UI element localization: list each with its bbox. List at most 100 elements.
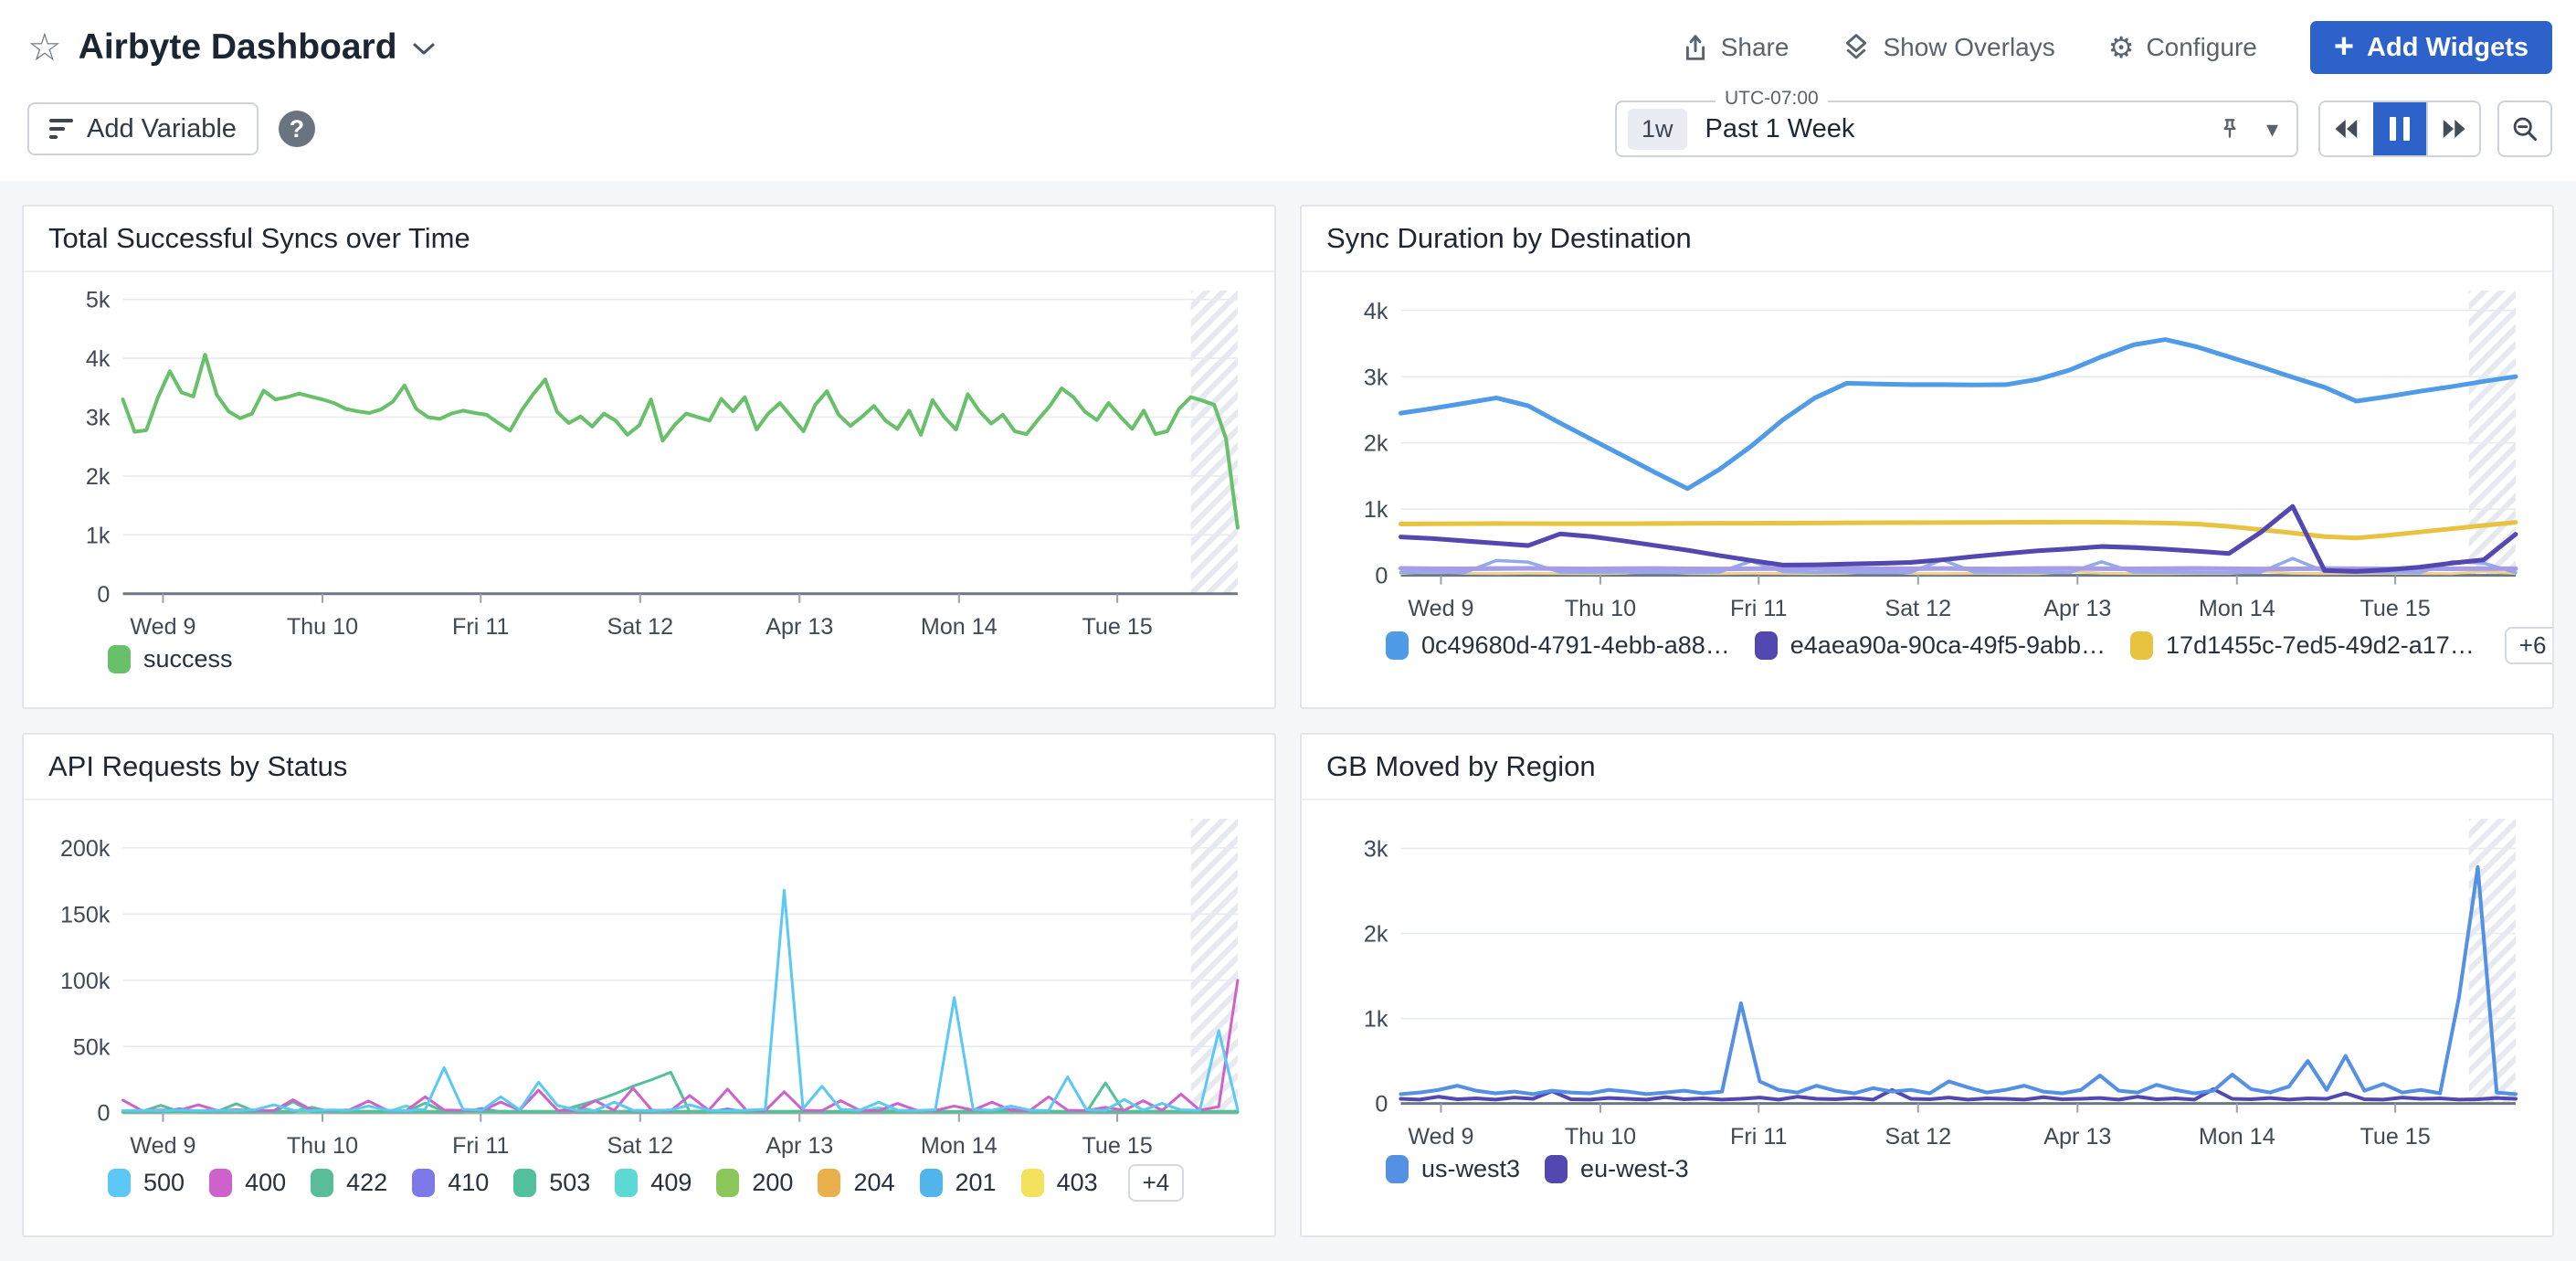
legend-item[interactable]: eu-west-3 — [1545, 1155, 1689, 1183]
legend-label: 409 — [650, 1169, 692, 1197]
time-range-selector[interactable]: UTC-07:00 1w Past 1 Week ▾ — [1615, 101, 2298, 157]
widget-title: GB Moved by Region — [1302, 735, 2552, 800]
widget-gb-moved: GB Moved by Region 01k2k3kWed 9Thu 10Fri… — [1300, 733, 2554, 1237]
legend-label: success — [143, 645, 233, 673]
legend-item[interactable]: 200 — [716, 1169, 793, 1197]
svg-text:Fri 11: Fri 11 — [452, 614, 509, 640]
line-chart: 01k2k3kWed 9Thu 10Fri 11Sat 12Apr 13Mon … — [1316, 819, 2528, 1153]
svg-text:1k: 1k — [86, 523, 111, 548]
svg-text:Sat 12: Sat 12 — [607, 614, 673, 640]
legend-item[interactable]: 204 — [818, 1169, 894, 1197]
widget-title: Sync Duration by Destination — [1302, 207, 2552, 272]
svg-text:Apr 13: Apr 13 — [765, 614, 833, 640]
legend-label: 204 — [853, 1169, 894, 1197]
title-row: ☆ Airbyte Dashboard Share Show Overlays … — [27, 18, 2552, 77]
legend-item[interactable]: 422 — [311, 1169, 387, 1197]
legend-item[interactable]: 410 — [412, 1169, 489, 1197]
legend-item[interactable]: 409 — [615, 1169, 692, 1197]
time-dropdown-caret-icon[interactable]: ▾ — [2266, 115, 2278, 143]
svg-text:1k: 1k — [1364, 497, 1388, 523]
svg-text:Wed 9: Wed 9 — [1408, 596, 1473, 621]
legend-overflow-badge[interactable]: +6 — [2505, 627, 2554, 664]
favorite-star-icon[interactable]: ☆ — [27, 28, 62, 67]
legend-swatch — [920, 1169, 943, 1197]
timeline-playback-group — [2318, 101, 2481, 157]
fast-forward-button[interactable] — [2426, 102, 2479, 155]
legend-item[interactable]: 503 — [513, 1169, 590, 1197]
legend-label: 17d1455c-7ed5-49d2-a17… — [2166, 631, 2475, 660]
legend-label: e4aea90a-90ca-49f5-9abb… — [1790, 631, 2106, 660]
svg-text:0: 0 — [97, 1101, 110, 1127]
legend-label: 0c49680d-4791-4ebb-a88… — [1421, 631, 1730, 660]
show-overlays-label: Show Overlays — [1883, 33, 2054, 62]
legend-label: 422 — [346, 1169, 387, 1197]
svg-text:Thu 10: Thu 10 — [1565, 1124, 1636, 1150]
time-range-chip[interactable]: 1w — [1628, 109, 1687, 150]
legend-item[interactable]: 403 — [1021, 1169, 1098, 1197]
svg-text:200k: 200k — [60, 836, 111, 862]
zoom-out-button[interactable] — [2497, 101, 2552, 157]
legend-swatch — [1386, 631, 1409, 660]
svg-text:Fri 11: Fri 11 — [1730, 596, 1787, 621]
configure-button[interactable]: ⚙ Configure — [2108, 33, 2257, 62]
configure-label: Configure — [2146, 33, 2256, 62]
chart-canvas-requests[interactable]: 050k100k150k200kWed 9Thu 10Fri 11Sat 12A… — [24, 800, 1274, 1162]
pause-button[interactable] — [2373, 102, 2426, 155]
help-icon[interactable]: ? — [279, 111, 315, 147]
legend-label: 403 — [1057, 1169, 1098, 1197]
legend-swatch — [412, 1169, 435, 1197]
legend-overflow-badge[interactable]: +4 — [1128, 1164, 1185, 1202]
svg-text:Mon 14: Mon 14 — [921, 614, 998, 640]
legend-swatch — [2130, 631, 2153, 660]
legend-item[interactable]: 500 — [108, 1169, 185, 1197]
legend-swatch — [1021, 1169, 1044, 1197]
pin-icon[interactable] — [2217, 116, 2243, 142]
legend-item[interactable]: success — [108, 645, 233, 673]
fast-forward-icon — [2440, 117, 2467, 141]
legend-item[interactable]: 201 — [920, 1169, 997, 1197]
add-variable-label: Add Variable — [87, 114, 237, 144]
legend-label: 201 — [955, 1169, 997, 1197]
legend-item[interactable]: us-west3 — [1386, 1155, 1520, 1183]
svg-text:Fri 11: Fri 11 — [1730, 1124, 1787, 1150]
svg-text:Tue 15: Tue 15 — [1082, 614, 1152, 640]
svg-text:Apr 13: Apr 13 — [2043, 1124, 2111, 1150]
legend-swatch — [615, 1169, 638, 1197]
pause-icon — [2390, 117, 2410, 141]
svg-text:2k: 2k — [1364, 431, 1388, 457]
add-widgets-button[interactable]: + Add Widgets — [2310, 21, 2552, 74]
widget-title: Total Successful Syncs over Time — [24, 207, 1274, 272]
svg-text:50k: 50k — [73, 1034, 111, 1060]
legend-swatch — [716, 1169, 739, 1197]
share-button[interactable]: Share — [1682, 33, 1789, 62]
svg-text:4k: 4k — [86, 346, 111, 372]
svg-text:Thu 10: Thu 10 — [287, 614, 358, 640]
svg-text:Tue 15: Tue 15 — [1082, 1133, 1152, 1159]
show-overlays-button[interactable]: Show Overlays — [1842, 32, 2054, 63]
svg-text:Wed 9: Wed 9 — [130, 1133, 195, 1159]
svg-text:1k: 1k — [1364, 1007, 1388, 1033]
legend-item[interactable]: 17d1455c-7ed5-49d2-a17… — [2130, 631, 2475, 660]
chart-canvas-duration[interactable]: 01k2k3k4kWed 9Thu 10Fri 11Sat 12Apr 13Mo… — [1302, 272, 2552, 625]
share-icon — [1682, 33, 1709, 62]
title-chevron-down-icon[interactable] — [412, 42, 436, 61]
chart-canvas-gb-moved[interactable]: 01k2k3kWed 9Thu 10Fri 11Sat 12Apr 13Mon … — [1302, 800, 2552, 1153]
line-chart: 01k2k3k4k5kWed 9Thu 10Fri 11Sat 12Apr 13… — [38, 291, 1251, 643]
svg-text:2k: 2k — [86, 464, 111, 490]
rewind-button[interactable] — [2320, 102, 2373, 155]
chart-legend: us-west3 eu-west-3 — [1302, 1153, 2552, 1198]
legend-swatch — [108, 645, 131, 673]
svg-text:4k: 4k — [1364, 299, 1388, 324]
legend-swatch — [108, 1169, 131, 1197]
chart-canvas-syncs[interactable]: 01k2k3k4k5kWed 9Thu 10Fri 11Sat 12Apr 13… — [24, 272, 1274, 643]
page-title: Airbyte Dashboard — [79, 27, 397, 68]
legend-item[interactable]: 400 — [209, 1169, 286, 1197]
svg-text:3k: 3k — [1364, 365, 1388, 390]
add-variable-button[interactable]: Add Variable — [27, 102, 259, 155]
svg-text:Thu 10: Thu 10 — [287, 1133, 358, 1159]
chart-legend: 500 400 422 410 503 409 200 204 201 403 +4 — [24, 1162, 1274, 1216]
legend-item[interactable]: e4aea90a-90ca-49f5-9abb… — [1755, 631, 2106, 660]
svg-text:Tue 15: Tue 15 — [2360, 596, 2430, 621]
legend-item[interactable]: 0c49680d-4791-4ebb-a88… — [1386, 631, 1730, 660]
svg-text:Wed 9: Wed 9 — [130, 614, 195, 640]
